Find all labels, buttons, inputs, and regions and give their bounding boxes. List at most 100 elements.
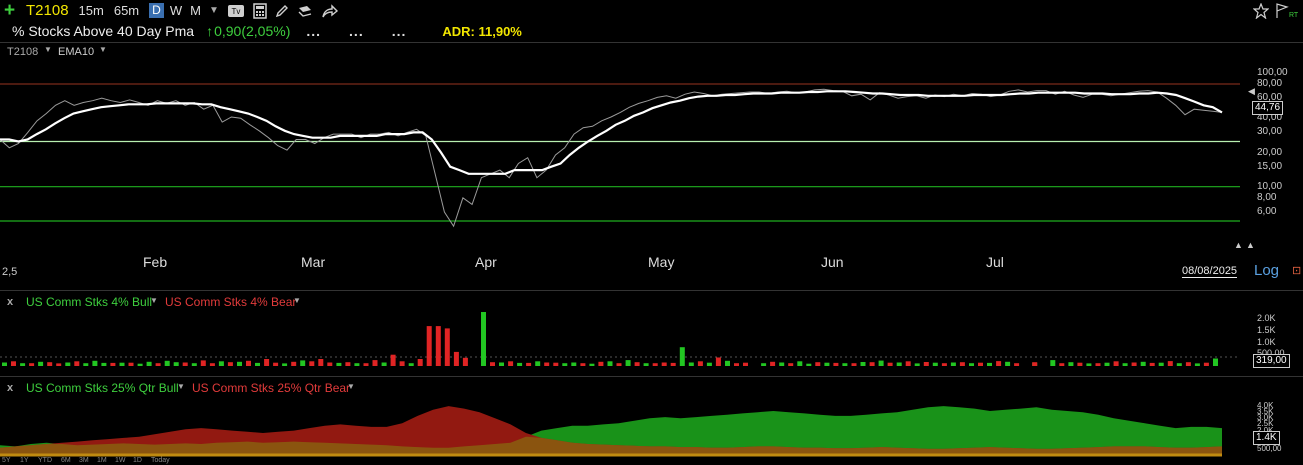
bear-bar [697, 361, 703, 366]
bear-bar [182, 362, 188, 366]
bull-bar [1194, 363, 1200, 366]
bear-bar [833, 362, 839, 366]
bull-bar [164, 360, 170, 366]
range-button[interactable]: Today [151, 457, 170, 464]
bear-bar [291, 361, 297, 366]
bear-bar [1149, 362, 1155, 366]
bear-bar [869, 362, 875, 366]
indicator-1-bull-label[interactable]: US Comm Stks 4% Bull [26, 295, 152, 309]
bull-bar [354, 363, 360, 366]
indicator-2-bear-label[interactable]: US Comm Stks 25% Qtr Bear [192, 381, 350, 395]
bull-bar [83, 363, 89, 366]
bull-bar [878, 360, 884, 366]
bear-bar [74, 361, 80, 366]
bear-bar [318, 359, 324, 366]
range-button[interactable]: 1W [115, 457, 126, 464]
range-button[interactable]: 1M [97, 457, 107, 464]
price-axis-label: 6,00 [1257, 206, 1277, 217]
chart-canvas[interactable] [0, 0, 1303, 465]
indicator-1-axis-label: 1.5K [1257, 324, 1276, 335]
bull-bar [860, 362, 866, 366]
range-button[interactable]: 3M [79, 457, 89, 464]
month-label: Jul [986, 254, 1004, 270]
bull-bar [282, 363, 288, 366]
indicator-1-bear-caret-icon[interactable]: ▼ [293, 296, 301, 305]
bear-bar [363, 363, 369, 366]
range-button[interactable]: YTD [38, 457, 52, 464]
bull-bar [643, 363, 649, 366]
bear-bar [1095, 363, 1101, 366]
bear-bar [905, 361, 911, 366]
bear-bar [580, 363, 586, 366]
indicator-2-close-icon[interactable]: x [7, 382, 13, 394]
bear-bar [616, 363, 622, 366]
month-label: Apr [475, 254, 497, 270]
current-date[interactable]: 08/08/2025 [1182, 265, 1238, 278]
bear-bar [327, 362, 333, 366]
bull-bar [237, 361, 242, 366]
bear-bar [264, 359, 270, 366]
range-button[interactable]: 1Y [20, 457, 29, 464]
bull-bar [688, 362, 694, 366]
indicator-2-axis-label: 500,00 [1257, 443, 1282, 453]
collapse-up-icon[interactable]: ▲ [1234, 240, 1243, 250]
bear-bar [453, 351, 459, 366]
bull-bar [1050, 360, 1056, 366]
price-axis-label: 15,00 [1257, 160, 1283, 172]
bull-bar [969, 363, 974, 366]
bull-bar [2, 362, 7, 366]
bull-bar [725, 360, 730, 366]
indicator-1-bull-caret-icon[interactable]: ▼ [150, 296, 158, 305]
bear-bar [788, 363, 794, 366]
bear-bar [444, 328, 450, 366]
bull-bar [706, 362, 712, 366]
indicator-1-bear-label[interactable]: US Comm Stks 4% Bear [165, 295, 296, 309]
bear-bar [372, 360, 378, 366]
bull-bar [20, 363, 26, 366]
bear-bar [390, 354, 396, 366]
bull-bar [1213, 358, 1218, 366]
range-button[interactable]: 5Y [2, 457, 11, 464]
bear-bar [508, 361, 514, 366]
indicator-2-last-value: 1.4K [1253, 431, 1280, 445]
month-label: Mar [301, 254, 326, 270]
bear-bar [273, 362, 279, 366]
bull-bar [408, 363, 414, 366]
indicator-2-bull-label[interactable]: US Comm Stks 25% Qtr Bull [26, 381, 179, 395]
last-value-marker-icon: ◀ [1248, 86, 1255, 96]
range-button[interactable]: 1D [133, 457, 142, 464]
bull-bar [92, 360, 98, 366]
bear-bar [1014, 363, 1020, 366]
bear-bar [1059, 363, 1065, 366]
log-toggle[interactable]: Log [1254, 262, 1279, 279]
bull-bar [336, 362, 342, 366]
indicator-1-close-icon[interactable]: x [7, 296, 13, 308]
indicator-2-bear-caret-icon[interactable]: ▼ [347, 382, 355, 391]
bull-bar [987, 362, 992, 366]
lock-icon[interactable]: ⊡ [1292, 264, 1301, 277]
scale-icon[interactable]: 2,5 [2, 266, 17, 278]
month-label: Jun [821, 254, 844, 270]
bear-bar [246, 360, 251, 366]
indicator-1-panel [0, 312, 1240, 366]
bear-bar [435, 326, 441, 366]
bear-bar [661, 362, 667, 366]
expand-up-icon[interactable]: ▲ [1246, 240, 1255, 250]
range-button[interactable]: 6M [61, 457, 71, 464]
bull-bar [779, 362, 785, 366]
bull-bar [806, 363, 812, 366]
price-axis-label: 20,00 [1257, 146, 1283, 158]
bear-bar [652, 363, 658, 366]
price-axis-label: 100,00 [1257, 67, 1288, 78]
bear-bar [996, 361, 1002, 366]
bear-bar [634, 362, 640, 366]
bull-bar [761, 363, 767, 366]
price-axis-label: 10,00 [1257, 180, 1283, 192]
last-value-badge: 44,76 [1252, 101, 1284, 115]
bear-bar [399, 361, 405, 366]
price-axis-label: 8,00 [1257, 191, 1277, 203]
bear-bar [1113, 361, 1119, 366]
indicator-2-bull-caret-icon[interactable]: ▼ [177, 382, 185, 391]
bear-bar [155, 363, 161, 366]
price-axis-label: 30,00 [1257, 126, 1283, 138]
